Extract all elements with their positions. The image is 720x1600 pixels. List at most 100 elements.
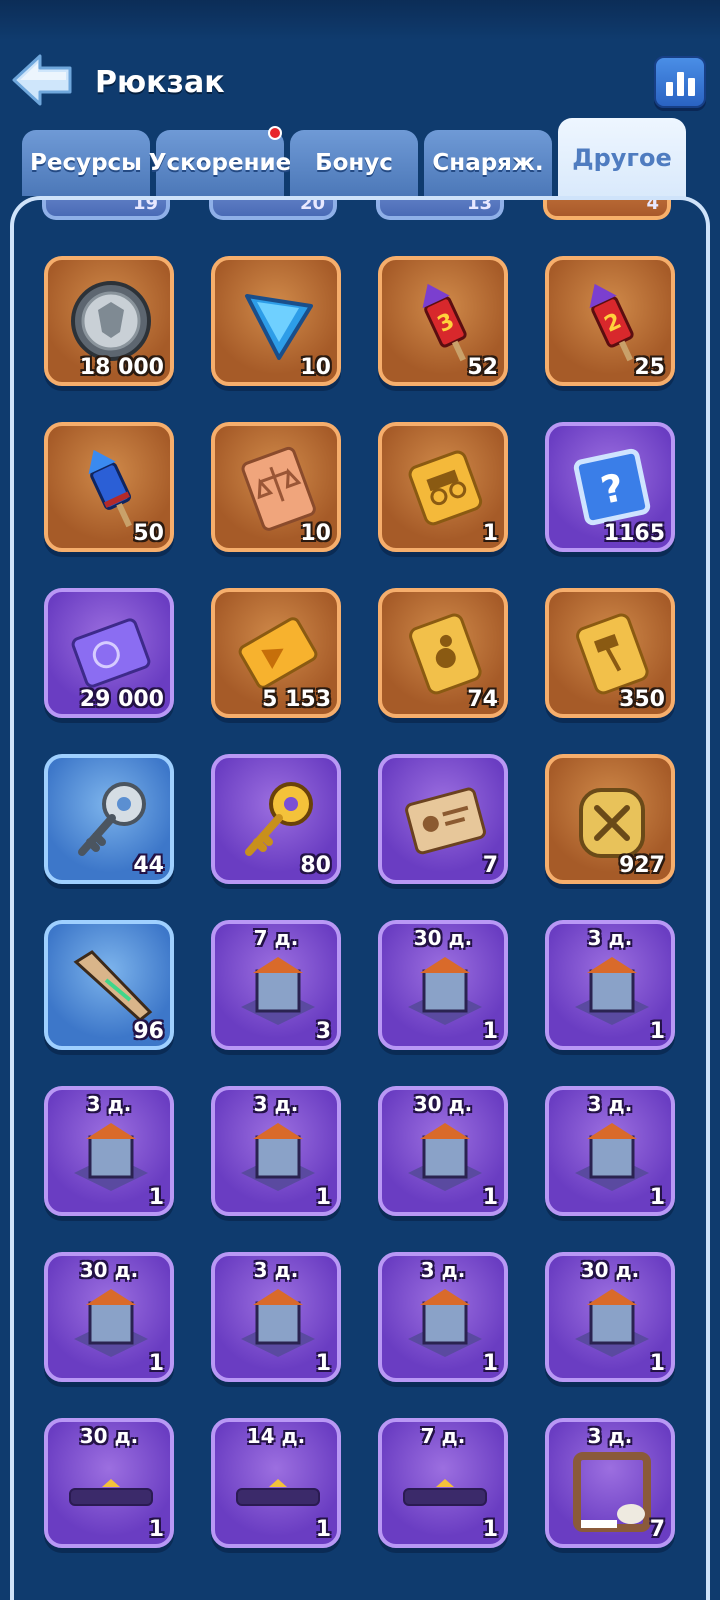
notification-dot — [268, 126, 282, 140]
inventory-item[interactable]: 44 — [44, 754, 174, 884]
gold-ticket-icon — [400, 442, 490, 532]
gold-key-icon — [233, 774, 323, 864]
id-card-tag-icon — [400, 774, 490, 864]
gold-card-icon — [400, 608, 490, 698]
nameplate-icon — [400, 1452, 490, 1542]
item-duration: 30 д. — [79, 1258, 139, 1282]
tab-label: Ресурсы — [30, 150, 142, 176]
item-count: 1 — [482, 1517, 498, 1542]
partial-item[interactable]: 19 — [42, 200, 170, 220]
inventory-item[interactable]: 18 000 — [44, 256, 174, 386]
inventory-item[interactable]: 5 153 — [211, 588, 341, 718]
stats-button[interactable] — [654, 56, 706, 108]
item-count: 25 — [634, 355, 665, 380]
tab-label: Снаряж. — [432, 150, 544, 176]
inventory-item[interactable]: 3 д. 7 — [545, 1418, 675, 1548]
item-count: 1 — [315, 1351, 331, 1376]
inventory-item[interactable]: 350 — [545, 588, 675, 718]
item-duration: 3 д. — [420, 1258, 466, 1282]
inventory-item[interactable]: 3 д. 1 — [211, 1252, 341, 1382]
item-duration: 30 д. — [413, 926, 473, 950]
item-count: 1 — [148, 1517, 164, 1542]
inventory-item[interactable]: 14 д. 1 — [211, 1418, 341, 1548]
tab-equipment[interactable]: Снаряж. — [424, 130, 552, 196]
dark-castle-icon — [233, 948, 323, 1038]
partial-item[interactable]: 4 — [543, 200, 671, 220]
item-count: 1165 — [603, 521, 665, 546]
item-count: 44 — [133, 853, 164, 878]
item-count: 20 — [299, 196, 325, 214]
tab-speedups[interactable]: Ускорение — [149, 126, 291, 196]
blue-crystal-icon — [233, 276, 323, 366]
item-count: 1 — [649, 1351, 665, 1376]
inventory-item[interactable]: 80 — [211, 754, 341, 884]
inventory-item[interactable]: 3 д. 1 — [44, 1086, 174, 1216]
item-count: 350 — [619, 687, 665, 712]
inventory-item[interactable]: 30 д. 1 — [378, 1086, 508, 1216]
mystery-box-icon: ? — [567, 442, 657, 532]
item-duration: 30 д. — [79, 1424, 139, 1448]
partial-item[interactable]: 13 — [376, 200, 504, 220]
item-count: 1 — [315, 1517, 331, 1542]
firework-rocket-2-icon: 2 — [567, 276, 657, 366]
inventory-item[interactable]: 7 — [378, 754, 508, 884]
inventory-item[interactable]: 30 д. 1 — [378, 920, 508, 1050]
inventory-item[interactable]: 3 д. 1 — [211, 1086, 341, 1216]
inventory-item[interactable]: 1 — [378, 422, 508, 552]
inventory-item[interactable]: 96 — [44, 920, 174, 1050]
inventory-item[interactable]: 7 д. 1 — [378, 1418, 508, 1548]
item-count: 52 — [467, 355, 498, 380]
gold-badge-icon — [567, 774, 657, 864]
item-count: 1 — [649, 1019, 665, 1044]
item-count: 18 000 — [79, 355, 164, 380]
inventory-item[interactable]: ? 1165 — [545, 422, 675, 552]
purple-ticket-icon — [66, 608, 156, 698]
inventory-item[interactable]: 10 — [211, 256, 341, 386]
tab-other[interactable]: Другое — [558, 118, 686, 198]
status-bar — [0, 0, 720, 40]
bar-chart-icon-bar — [687, 78, 695, 96]
item-count: 10 — [300, 521, 331, 546]
item-duration: 3 д. — [253, 1092, 299, 1116]
inventory-item[interactable]: 29 000 — [44, 588, 174, 718]
inventory-item[interactable]: 74 — [378, 588, 508, 718]
fish-house-icon — [400, 1114, 490, 1204]
inventory-item[interactable]: 2 25 — [545, 256, 675, 386]
item-duration: 3 д. — [587, 1092, 633, 1116]
inventory-item[interactable]: 3 д. 1 — [378, 1252, 508, 1382]
inventory-item[interactable]: 927 — [545, 754, 675, 884]
whale-icon — [567, 1280, 657, 1370]
partial-item[interactable]: 20 — [209, 196, 337, 220]
back-button[interactable] — [10, 50, 76, 110]
inventory-item[interactable]: 10 — [211, 422, 341, 552]
tab-label: Другое — [572, 144, 672, 172]
inventory-item[interactable]: 50 — [44, 422, 174, 552]
inventory-panel[interactable]: 19 20 13 4 18 000 10 3 52 2 25 50 10 1? 1165 29 00… — [10, 196, 710, 1600]
tab-label: Бонус — [315, 150, 393, 176]
item-duration: 3 д. — [253, 1258, 299, 1282]
inventory-item[interactable]: 3 52 — [378, 256, 508, 386]
partial-item-row: 19 20 13 4 — [14, 196, 706, 220]
gift-fountain-icon — [567, 1114, 657, 1204]
inventory-item[interactable]: 30 д. 1 — [44, 1418, 174, 1548]
snow-globe-icon — [400, 948, 490, 1038]
silver-coin-icon — [66, 276, 156, 366]
inventory-item[interactable]: 30 д. 1 — [545, 1252, 675, 1382]
nameplate-icon — [66, 1452, 156, 1542]
back-arrow-icon — [12, 54, 72, 106]
item-count: 1 — [482, 1185, 498, 1210]
inventory-item[interactable]: 30 д. 1 — [44, 1252, 174, 1382]
tab-bonus[interactable]: Бонус — [290, 130, 418, 196]
item-duration: 3 д. — [86, 1092, 132, 1116]
item-count: 7 — [649, 1517, 665, 1542]
tab-resources[interactable]: Ресурсы — [22, 130, 150, 196]
pumpkin-house-icon — [233, 1114, 323, 1204]
item-count: 80 — [300, 853, 331, 878]
inventory-item[interactable]: 3 д. 1 — [545, 920, 675, 1050]
item-count: 74 — [467, 687, 498, 712]
inventory-item[interactable]: 3 д. 1 — [545, 1086, 675, 1216]
item-count: 7 — [482, 853, 498, 878]
inventory-item[interactable]: 7 д. 3 — [211, 920, 341, 1050]
item-count: 927 — [619, 853, 665, 878]
scales-ticket-icon — [233, 442, 323, 532]
